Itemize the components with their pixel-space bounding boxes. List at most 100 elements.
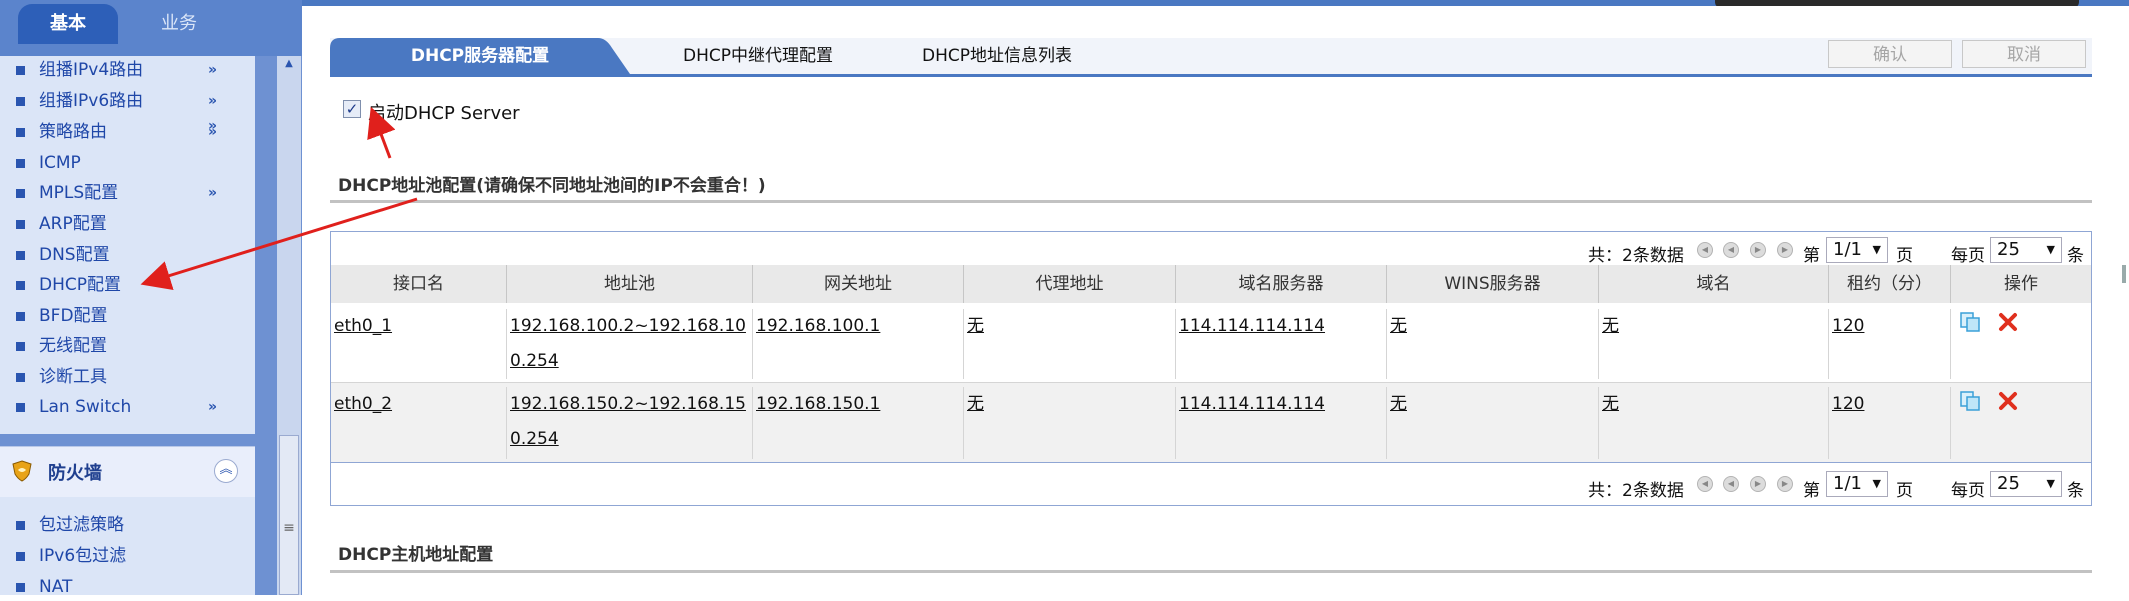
- sidebar-item-icmp[interactable]: ICMP: [16, 149, 81, 177]
- first-page-icon[interactable]: ◀: [1697, 242, 1713, 258]
- prev-page-icon[interactable]: ◀: [1723, 476, 1739, 492]
- scrollbar-thumb[interactable]: [279, 435, 299, 595]
- sidebar-item-label: 诊断工具: [39, 367, 107, 387]
- sidebar-item-ipv6-filter[interactable]: IPv6包过滤: [16, 542, 126, 570]
- pager-total: 共：2条数据: [1588, 481, 1684, 501]
- dropdown-arrow-icon: ▼: [1872, 477, 1881, 490]
- sidebar-item-dns[interactable]: DNS配置: [16, 241, 110, 269]
- sidebar: 基本 业务 组播IPv4路由 » 组播IPv6路由 策略路由 ICMP MPLS…: [0, 0, 302, 597]
- cell-lease[interactable]: 120: [1829, 309, 1951, 379]
- sidebar-item-label: 组播IPv6路由: [39, 91, 144, 111]
- tab-dhcp-server[interactable]: DHCP服务器配置: [330, 38, 630, 74]
- cell-pool[interactable]: 192.168.150.2~192.168.15 0.254: [507, 387, 753, 459]
- cell-proxy[interactable]: 无: [964, 309, 1176, 379]
- last-page-icon[interactable]: ▶: [1777, 242, 1793, 258]
- sidebar-item-multicast-ipv6[interactable]: 组播IPv6路由: [16, 87, 143, 115]
- bullet-icon: [16, 188, 25, 198]
- cancel-button[interactable]: 取消: [1962, 40, 2086, 68]
- delete-icon[interactable]: [1997, 311, 2019, 333]
- bullet-icon: [16, 250, 25, 260]
- cell-wins[interactable]: 无: [1387, 387, 1599, 459]
- bullet-icon: [16, 341, 25, 351]
- cell-iface[interactable]: eth0_2: [331, 387, 507, 459]
- divider: [330, 200, 2092, 203]
- prev-page-icon[interactable]: ◀: [1723, 242, 1739, 258]
- sidebar-item-bfd[interactable]: BFD配置: [16, 302, 108, 330]
- sidebar-item-multicast-ipv4[interactable]: 组播IPv4路由: [16, 56, 143, 84]
- next-page-icon[interactable]: ▶: [1750, 242, 1766, 258]
- chevron-down-icon[interactable]: »: [208, 87, 228, 115]
- firewall-menu: 包过滤策略 IPv6包过滤 NAT: [0, 497, 255, 597]
- sidebar-item-lan-switch[interactable]: Lan Switch: [16, 393, 131, 421]
- cell-pool[interactable]: 192.168.100.2~192.168.10 0.254: [507, 309, 753, 379]
- bullet-icon: [16, 96, 25, 106]
- bullet-icon: [16, 219, 25, 229]
- sidebar-item-label: MPLS配置: [39, 183, 119, 203]
- sidebar-item-label: 包过滤策略: [39, 515, 124, 535]
- sidebar-item-label: 策略路由: [39, 122, 107, 142]
- page-select[interactable]: 1/1 ▼: [1826, 471, 1888, 497]
- sidebar-item-label: IPv6包过滤: [39, 546, 127, 566]
- grip-icon[interactable]: ≡: [280, 520, 298, 536]
- sidebar-item-label: Lan Switch: [39, 397, 132, 417]
- delete-icon[interactable]: [1997, 390, 2019, 412]
- scroll-up-icon[interactable]: ▲: [279, 58, 299, 74]
- bullet-icon: [16, 520, 25, 530]
- right-scroll-marker[interactable]: [2122, 265, 2126, 283]
- enable-dhcp-label: 启动DHCP Server: [368, 103, 520, 124]
- tab-basic[interactable]: 基本: [18, 4, 118, 44]
- copy-icon[interactable]: [1959, 390, 1981, 412]
- cell-proxy[interactable]: 无: [964, 387, 1176, 459]
- chevron-down-icon[interactable]: »: [208, 56, 228, 84]
- dropdown-arrow-icon: ▼: [2046, 243, 2055, 256]
- divider: [331, 462, 2091, 463]
- copy-icon[interactable]: [1959, 311, 1981, 333]
- sidebar-item-diagnostics[interactable]: 诊断工具: [16, 363, 107, 391]
- column-header: 域名: [1599, 265, 1829, 303]
- tab-business[interactable]: 业务: [124, 4, 234, 44]
- enable-dhcp-checkbox[interactable]: ✓: [343, 100, 361, 118]
- sidebar-item-wireless[interactable]: 无线配置: [16, 332, 107, 360]
- page-suffix: 页: [1896, 481, 1913, 501]
- last-page-icon[interactable]: ▶: [1777, 476, 1793, 492]
- pool-section-title: DHCP地址池配置(请确保不同地址池间的IP不会重合！): [338, 176, 766, 196]
- page-select[interactable]: 1/1 ▼: [1826, 237, 1888, 263]
- sidebar-item-nat[interactable]: NAT: [16, 573, 72, 601]
- chevron-down-icon[interactable]: »: [208, 179, 228, 207]
- bullet-icon: [16, 311, 25, 321]
- sidebar-item-mpls[interactable]: MPLS配置: [16, 179, 118, 207]
- cell-gateway[interactable]: 192.168.150.1: [753, 387, 964, 459]
- cell-dns[interactable]: 114.114.114.114: [1176, 309, 1387, 379]
- chevron-down-icon[interactable]: »: [208, 393, 228, 421]
- sidebar-item-arp[interactable]: ARP配置: [16, 210, 107, 238]
- chevron-down-icon[interactable]: »: [208, 118, 228, 146]
- cell-gateway[interactable]: 192.168.100.1: [753, 309, 964, 379]
- first-page-icon[interactable]: ◀: [1697, 476, 1713, 492]
- bullet-icon: [16, 127, 25, 137]
- cell-lease[interactable]: 120: [1829, 387, 1951, 459]
- bullet-icon: [16, 372, 25, 382]
- page-prefix: 第: [1803, 246, 1820, 266]
- firewall-section-header[interactable]: 防火墙 ︽: [0, 446, 255, 497]
- sidebar-item-dhcp[interactable]: DHCP配置: [16, 271, 121, 299]
- sidebar-item-label: DNS配置: [39, 245, 110, 265]
- page-suffix: 页: [1896, 246, 1913, 266]
- confirm-button[interactable]: 确认: [1828, 40, 1952, 68]
- per-page-select[interactable]: 25 ▼: [1990, 237, 2062, 263]
- tab-dhcp-relay[interactable]: DHCP中继代理配置: [683, 38, 833, 74]
- cell-domain[interactable]: 无: [1599, 309, 1829, 379]
- cell-dns[interactable]: 114.114.114.114: [1176, 387, 1387, 459]
- sidebar-item-packet-filter[interactable]: 包过滤策略: [16, 511, 124, 539]
- sidebar-item-policy-route[interactable]: 策略路由: [16, 118, 107, 146]
- next-page-icon[interactable]: ▶: [1750, 476, 1766, 492]
- collapse-icon[interactable]: ︽: [214, 459, 238, 483]
- per-page-prefix: 每页: [1951, 246, 1985, 266]
- pager-total: 共：2条数据: [1588, 246, 1684, 266]
- per-page-prefix: 每页: [1951, 481, 1985, 501]
- cell-domain[interactable]: 无: [1599, 387, 1829, 459]
- sidebar-item-label: DHCP配置: [39, 275, 121, 295]
- cell-wins[interactable]: 无: [1387, 309, 1599, 379]
- per-page-select[interactable]: 25 ▼: [1990, 471, 2062, 497]
- tab-dhcp-list[interactable]: DHCP地址信息列表: [922, 38, 1072, 74]
- cell-iface[interactable]: eth0_1: [331, 309, 507, 379]
